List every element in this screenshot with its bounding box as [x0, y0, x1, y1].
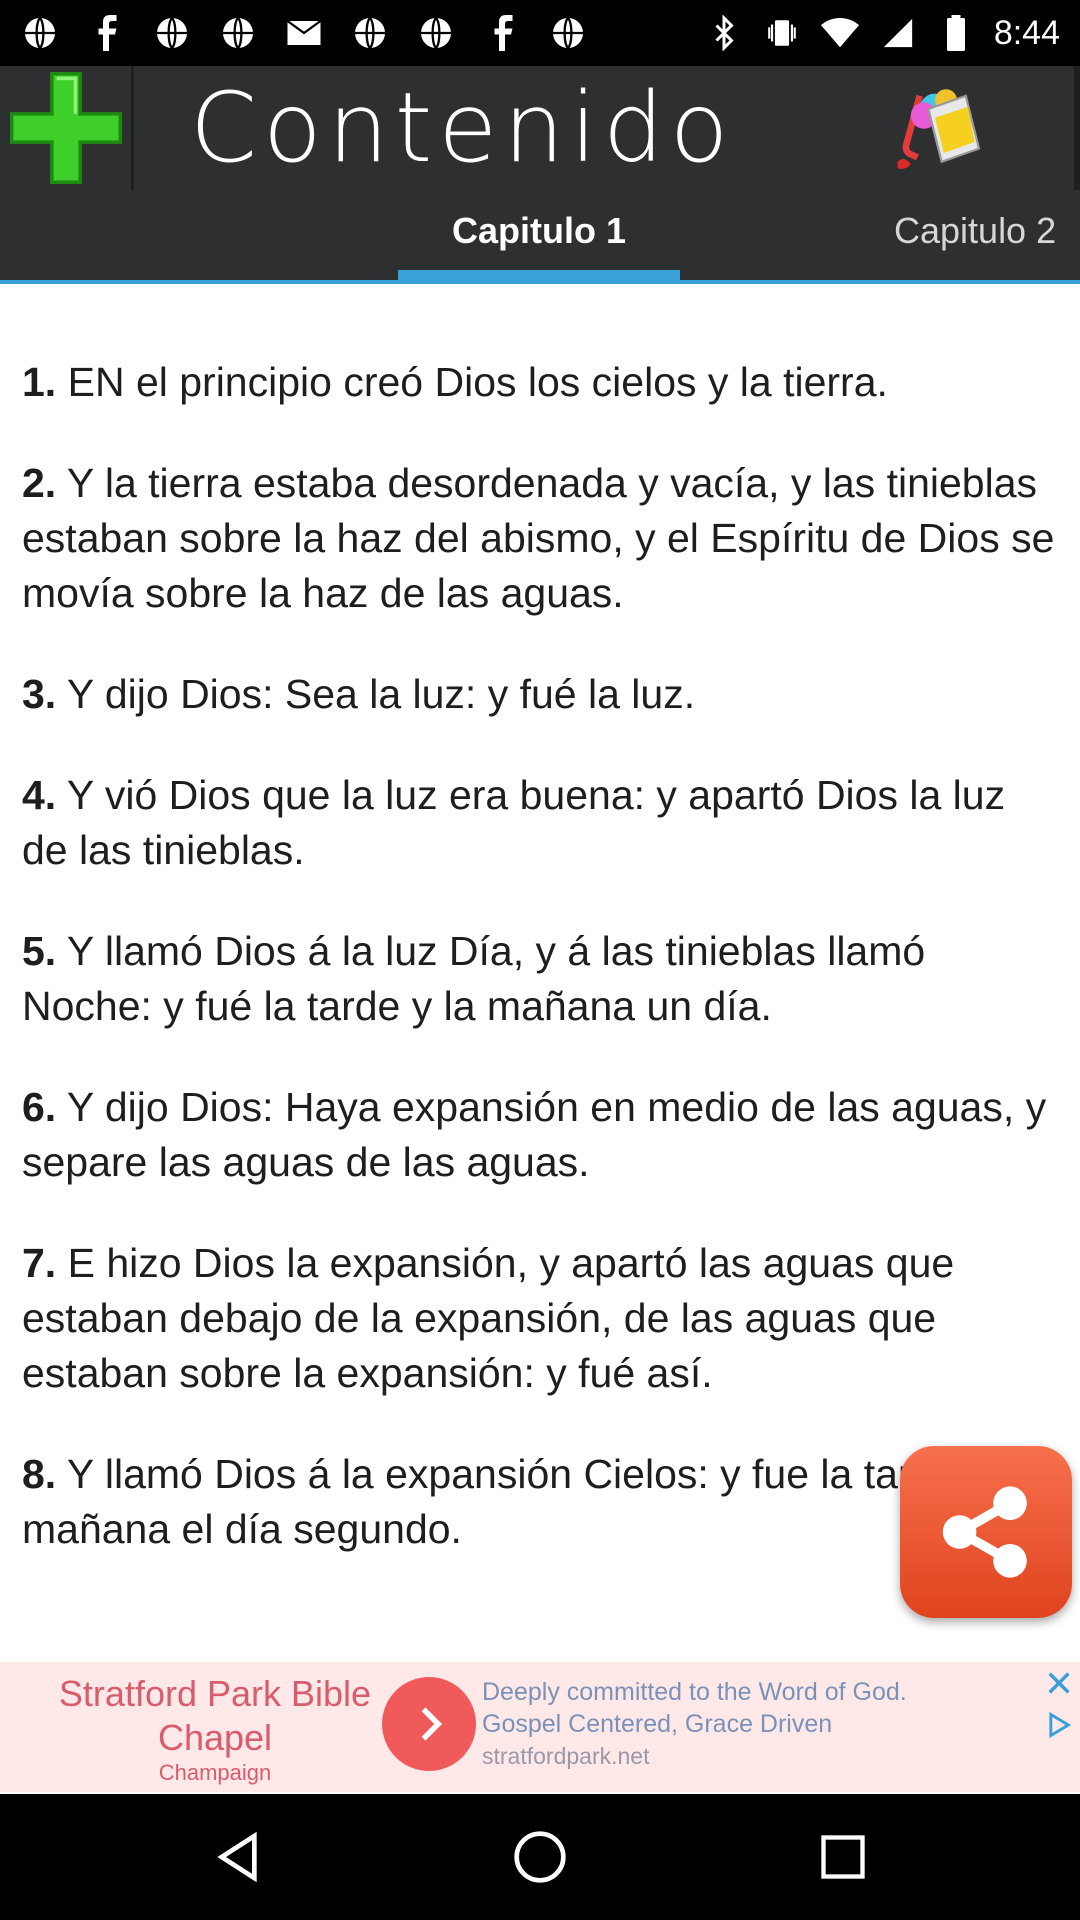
- ad-url: stratfordpark.net: [482, 1743, 650, 1769]
- verse-text: Y dijo Dios: Haya expansión en medio de …: [22, 1084, 1047, 1185]
- notification-icons: [20, 13, 588, 53]
- share-icon: [942, 1486, 1027, 1578]
- bluetooth-icon: [704, 13, 744, 53]
- clock: 8:44: [993, 13, 1060, 52]
- paint-bucket-icon: [897, 89, 981, 169]
- wifi-icon: [820, 13, 860, 53]
- theme-button[interactable]: [880, 76, 990, 186]
- verse-number: 2.: [22, 460, 57, 506]
- app-bar-divider: [1074, 66, 1080, 190]
- plus-icon: [9, 71, 122, 185]
- verse-number: 1.: [22, 359, 57, 405]
- home-button[interactable]: [507, 1824, 573, 1890]
- verse-item: 3. Y dijo Dios: Sea la luz: y fué la luz…: [22, 667, 1062, 722]
- close-icon: [1048, 1672, 1070, 1694]
- tab-capitulo-1[interactable]: Capitulo 1: [452, 210, 626, 252]
- ad-open-button[interactable]: [382, 1677, 476, 1771]
- verse-text: Y la tierra estaba desordenada y vacía, …: [22, 460, 1055, 616]
- verse-item: 5. Y llamó Dios á la luz Día, y á las ti…: [22, 924, 1062, 1034]
- system-icons: 8:44: [704, 13, 1060, 53]
- signal-icon: [878, 13, 918, 53]
- verse-list[interactable]: 1. EN el principio creó Dios los cielos …: [22, 290, 1062, 1660]
- verse-text: E hizo Dios la expansión, y apartó las a…: [22, 1240, 955, 1396]
- vibrate-icon: [762, 13, 802, 53]
- verse-number: 4.: [22, 772, 57, 818]
- verse-text: Y llamó Dios á la expansión Cielos: y fu…: [22, 1451, 1033, 1552]
- verse-number: 6.: [22, 1084, 57, 1130]
- navigation-bar: [0, 1794, 1080, 1920]
- app-bar: Contenido: [0, 66, 1080, 190]
- verse-text: Y llamó Dios á la luz Día, y á las tinie…: [22, 928, 926, 1029]
- verse-text: Y vió Dios que la luz era buena: y apart…: [22, 772, 1006, 873]
- tab-capitulo-2[interactable]: Capitulo 2: [894, 210, 1056, 252]
- verse-text: EN el principio creó Dios los cielos y l…: [56, 359, 888, 405]
- globe-icon: [350, 13, 390, 53]
- share-button[interactable]: [900, 1446, 1072, 1618]
- verse-number: 5.: [22, 928, 57, 974]
- chapter-tabs: Capitulo 1 Capitulo 2: [0, 190, 1080, 284]
- ad-banner[interactable]: Stratford Park Bible Chapel Champaign De…: [0, 1662, 1080, 1792]
- add-button[interactable]: [0, 66, 134, 190]
- verse-item: 2. Y la tierra estaba desordenada y vací…: [22, 456, 1062, 621]
- verse-number: 8.: [22, 1451, 57, 1497]
- status-bar: 8:44: [0, 0, 1080, 66]
- ad-subtitle: Champaign: [158, 1760, 272, 1785]
- battery-icon: [936, 13, 976, 53]
- ad-close-button[interactable]: [1042, 1666, 1076, 1700]
- verse-number: 3.: [22, 671, 57, 717]
- globe-icon: [152, 13, 192, 53]
- ad-title: Stratford Park Bible Chapel: [58, 1673, 372, 1758]
- verse-item: 7. E hizo Dios la expansión, y apartó la…: [22, 1236, 1062, 1401]
- recents-button[interactable]: [810, 1824, 876, 1890]
- page-title: Contenido: [190, 72, 735, 184]
- verse-item: 1. EN el principio creó Dios los cielos …: [22, 355, 1062, 410]
- ad-line-1: Deeply committed to the Word of God.: [482, 1678, 907, 1706]
- ad-line-2: Gospel Centered, Grace Driven: [482, 1710, 833, 1738]
- verse-number: 7.: [22, 1240, 57, 1286]
- active-tab-indicator: [398, 270, 680, 280]
- globe-icon: [218, 13, 258, 53]
- back-button[interactable]: [205, 1824, 271, 1890]
- globe-icon: [20, 13, 60, 53]
- home-circle-icon: [514, 1831, 566, 1883]
- ad-body: Deeply committed to the Word of God. Gos…: [482, 1676, 907, 1772]
- globe-icon: [416, 13, 456, 53]
- ad-advertiser: Stratford Park Bible Chapel Champaign: [0, 1662, 430, 1792]
- adchoices-icon: [1049, 1711, 1072, 1739]
- facebook-icon: [482, 13, 522, 53]
- recents-square-icon: [821, 1835, 865, 1879]
- globe-icon: [548, 13, 588, 53]
- back-triangle-icon: [217, 1831, 257, 1883]
- email-icon: [284, 13, 324, 53]
- chevron-right-icon: [421, 1707, 443, 1741]
- facebook-icon: [86, 13, 126, 53]
- verse-item: 4. Y vió Dios que la luz era buena: y ap…: [22, 768, 1062, 878]
- verse-item: 6. Y dijo Dios: Haya expansión en medio …: [22, 1080, 1062, 1190]
- verse-text: Y dijo Dios: Sea la luz: y fué la luz.: [56, 671, 696, 717]
- adchoices-button[interactable]: [1042, 1708, 1076, 1742]
